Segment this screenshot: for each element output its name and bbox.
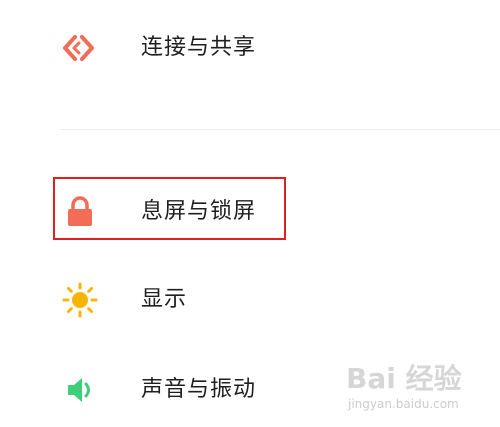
settings-screen: 连接与共享 息屏与锁屏 显示 声音与振动 Bai 经验 jingyan.baid…: [0, 0, 500, 427]
connection-share-icon: [58, 30, 102, 66]
watermark-brand: Bai 经验: [346, 362, 462, 395]
settings-item-label: 息屏与锁屏: [141, 199, 257, 224]
section-divider: [60, 129, 500, 130]
sun-icon: [58, 282, 102, 318]
settings-item-screen-lock[interactable]: 息屏与锁屏: [0, 182, 500, 242]
settings-item-label: 显示: [141, 287, 188, 312]
watermark: Bai 经验 jingyan.baidu.com: [340, 347, 490, 417]
settings-item-label: 连接与共享: [141, 35, 257, 60]
settings-item-display[interactable]: 显示: [0, 270, 500, 330]
watermark-url: jingyan.baidu.com: [348, 397, 459, 411]
settings-item-label: 声音与振动: [141, 377, 257, 402]
lock-icon: [58, 194, 102, 230]
settings-item-connection-share[interactable]: 连接与共享: [0, 18, 500, 78]
speaker-icon: [58, 372, 102, 408]
